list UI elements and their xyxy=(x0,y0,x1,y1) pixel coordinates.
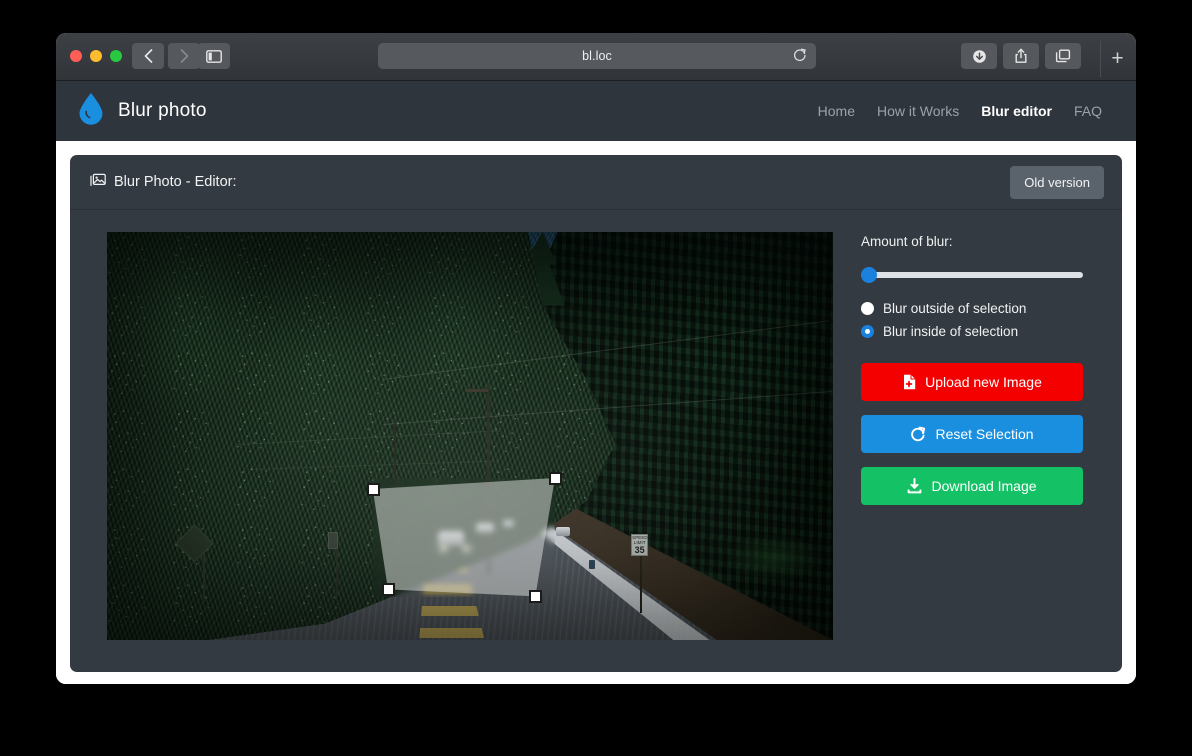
roadside-mailbox xyxy=(589,560,596,570)
brand-name: Blur photo xyxy=(118,100,207,121)
forward-button[interactable] xyxy=(168,43,200,69)
photos-icon xyxy=(90,173,106,191)
download-button-label: Download Image xyxy=(931,478,1037,494)
navigation-buttons xyxy=(132,43,200,69)
page-content: Blur photo Home How it Works Blur editor… xyxy=(56,81,1136,684)
upload-new-image-button[interactable]: Upload new Image xyxy=(861,363,1083,401)
file-upload-icon xyxy=(904,374,916,390)
brand[interactable]: Blur photo xyxy=(78,92,207,130)
car xyxy=(555,526,570,536)
reload-icon xyxy=(794,48,806,62)
car xyxy=(475,523,494,534)
sidebar-toggle-icon xyxy=(206,49,222,63)
back-button[interactable] xyxy=(132,43,164,69)
selection-handle-bottom-right[interactable] xyxy=(529,590,543,604)
editor-body: SPEED LIMIT 35 Amount of blur: Blur outs… xyxy=(70,210,1122,640)
share-button[interactable] xyxy=(1003,43,1039,69)
share-icon xyxy=(1015,48,1027,63)
nav-link-home[interactable]: Home xyxy=(818,103,855,119)
radio-blur-inside[interactable]: Blur inside of selection xyxy=(861,324,1083,339)
slider-track[interactable] xyxy=(861,272,1083,278)
selection-handle-top-left[interactable] xyxy=(366,483,380,497)
car-headlight xyxy=(464,546,470,550)
selection-handle-top-right[interactable] xyxy=(548,472,562,486)
chevron-right-icon xyxy=(180,49,188,63)
speed-limit-sign-value: 35 xyxy=(634,545,645,556)
blur-amount-label: Amount of blur: xyxy=(861,234,953,249)
download-image-button[interactable]: Download Image xyxy=(861,467,1083,505)
reset-selection-button[interactable]: Reset Selection xyxy=(861,415,1083,453)
browser-window: bl.loc + Blur photo Home How it Works Bl… xyxy=(56,33,1136,684)
url-text: bl.loc xyxy=(582,49,612,63)
blur-amount-slider[interactable] xyxy=(861,267,1083,283)
main-nav: Home How it Works Blur editor FAQ xyxy=(818,103,1102,119)
maximize-window-button[interactable] xyxy=(110,50,122,62)
download-icon xyxy=(908,478,922,494)
redo-icon xyxy=(911,426,926,442)
nav-link-blur-editor[interactable]: Blur editor xyxy=(981,103,1052,119)
roadside-marker xyxy=(327,531,338,549)
tab-overview-icon xyxy=(1055,49,1071,62)
sidebar-toggle-group xyxy=(198,43,230,69)
address-bar[interactable]: bl.loc xyxy=(378,43,816,69)
water-drop-icon xyxy=(78,92,104,130)
radio-outside-label: Blur outside of selection xyxy=(883,301,1027,316)
controls-panel: Amount of blur: Blur outside of selectio… xyxy=(861,232,1083,640)
radio-inside-label: Blur inside of selection xyxy=(883,324,1019,339)
radio-outside-mark[interactable] xyxy=(861,302,874,315)
image-canvas[interactable]: SPEED LIMIT 35 xyxy=(107,232,833,640)
speed-limit-post xyxy=(639,555,642,614)
roadside-marker-post xyxy=(336,548,339,598)
reset-button-label: Reset Selection xyxy=(935,426,1034,442)
page-title-text: Blur Photo - Editor: xyxy=(114,174,237,190)
selection-handle-bottom-left[interactable] xyxy=(381,583,395,597)
speed-limit-sign: SPEED LIMIT 35 xyxy=(631,533,649,556)
upload-button-label: Upload new Image xyxy=(925,374,1042,390)
window-controls xyxy=(70,50,122,62)
downloads-button[interactable] xyxy=(961,43,997,69)
browser-actions xyxy=(961,43,1081,69)
sidebar-toggle-button[interactable] xyxy=(198,43,230,69)
editor-card-header: Blur Photo - Editor: Old version xyxy=(70,155,1122,210)
utility-pole xyxy=(486,382,490,575)
old-version-button[interactable]: Old version xyxy=(1010,165,1104,199)
minimize-window-button[interactable] xyxy=(90,50,102,62)
reload-button[interactable] xyxy=(793,48,807,68)
tab-overview-button[interactable] xyxy=(1045,43,1081,69)
downloads-icon xyxy=(972,49,986,63)
new-tab-button[interactable]: + xyxy=(1100,41,1134,77)
utility-pole-far xyxy=(393,419,396,510)
close-window-button[interactable] xyxy=(70,50,82,62)
car xyxy=(503,520,515,528)
editor-card: Blur Photo - Editor: Old version SPEED L… xyxy=(70,155,1122,672)
car-headlight xyxy=(440,546,446,550)
car xyxy=(438,530,465,546)
chevron-left-icon xyxy=(144,49,152,63)
content-area: Blur Photo - Editor: Old version SPEED L… xyxy=(56,141,1136,684)
nav-link-faq[interactable]: FAQ xyxy=(1074,103,1102,119)
site-header: Blur photo Home How it Works Blur editor… xyxy=(56,81,1136,141)
radio-inside-mark[interactable] xyxy=(861,325,874,338)
radio-blur-outside[interactable]: Blur outside of selection xyxy=(861,301,1083,316)
utility-pole-crossarm xyxy=(466,389,489,392)
slider-thumb[interactable] xyxy=(861,267,877,283)
page-title: Blur Photo - Editor: xyxy=(90,173,237,191)
browser-titlebar: bl.loc + xyxy=(56,33,1136,81)
nav-link-how-it-works[interactable]: How it Works xyxy=(877,103,959,119)
